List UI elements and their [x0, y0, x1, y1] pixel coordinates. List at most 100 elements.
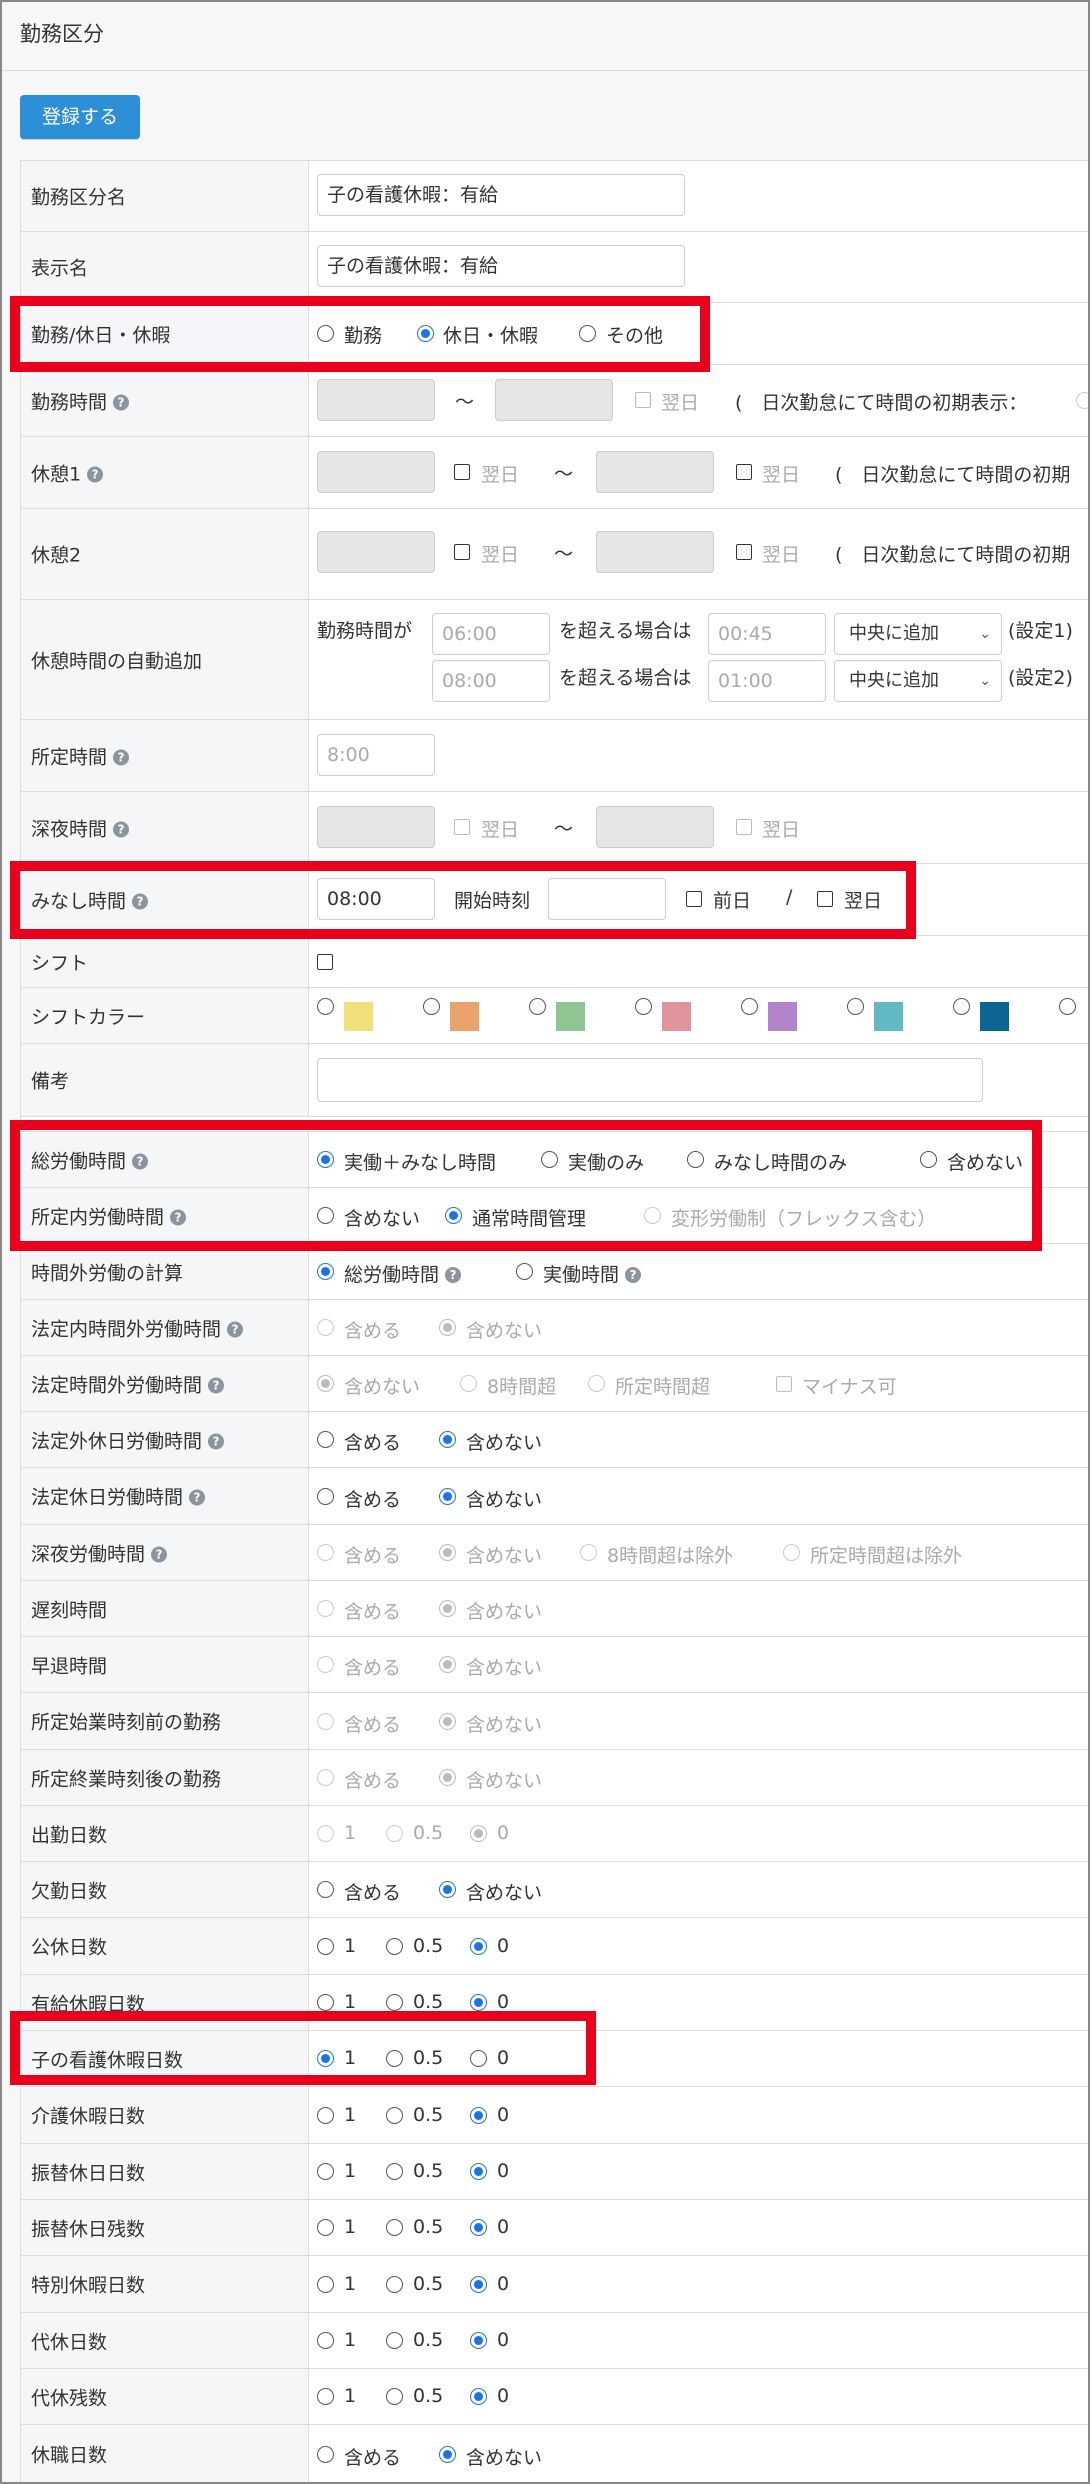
deemed-time-input[interactable]: 08:00: [317, 878, 435, 920]
radio-option[interactable]: [470, 2050, 487, 2067]
radio-option[interactable]: [317, 2332, 334, 2349]
radio-option[interactable]: [445, 1207, 462, 1224]
break2-end-input[interactable]: [596, 531, 714, 573]
radio-option[interactable]: [386, 1825, 403, 1842]
help-icon[interactable]: ?: [189, 1489, 206, 1506]
radio-option[interactable]: [470, 2107, 487, 2124]
radio-option[interactable]: [439, 1600, 456, 1617]
help-icon[interactable]: ?: [132, 1153, 149, 1169]
radio-option[interactable]: [470, 2388, 487, 2405]
shift-color-radio[interactable]: [741, 998, 758, 1015]
break2-start-input[interactable]: [317, 531, 435, 573]
radio-option[interactable]: [644, 1207, 661, 1224]
radio-option[interactable]: [687, 1151, 704, 1168]
shift-color-radio[interactable]: [847, 998, 864, 1015]
radio-option[interactable]: [317, 1263, 334, 1280]
help-icon[interactable]: ?: [227, 1321, 244, 1337]
radio-option[interactable]: [317, 2446, 334, 2463]
threshold-input[interactable]: 06:00: [432, 613, 550, 655]
radio-option[interactable]: [386, 1938, 403, 1955]
radio-option[interactable]: [317, 1488, 334, 1505]
shift-color-radio[interactable]: [317, 998, 334, 1015]
radio-option[interactable]: [470, 1994, 487, 2011]
radio-option[interactable]: [439, 1656, 456, 1673]
radio-option[interactable]: [439, 2446, 456, 2463]
help-icon[interactable]: ?: [170, 1209, 187, 1225]
radio-option[interactable]: [588, 1375, 605, 1392]
radio-option[interactable]: [317, 1938, 334, 1955]
break-duration-input[interactable]: 01:00: [708, 660, 826, 702]
radio-option[interactable]: [317, 2107, 334, 2124]
help-icon[interactable]: ?: [445, 1267, 462, 1283]
help-icon[interactable]: ?: [113, 821, 130, 837]
register-button[interactable]: 登録する: [20, 95, 140, 139]
radio-option[interactable]: [460, 1375, 477, 1392]
radio-option[interactable]: [386, 1994, 403, 2011]
start-time-input[interactable]: [548, 878, 666, 920]
help-icon[interactable]: ?: [132, 893, 149, 909]
next-day-checkbox[interactable]: [736, 544, 752, 560]
radio-option[interactable]: [580, 1544, 597, 1561]
scheduled-time-input[interactable]: 8:00: [317, 734, 435, 776]
radio-option[interactable]: [317, 1656, 334, 1673]
shift-color-radio[interactable]: [1059, 998, 1076, 1015]
night-start-input[interactable]: [317, 806, 435, 848]
radio-option[interactable]: [317, 2163, 334, 2180]
radio-option[interactable]: [439, 1769, 456, 1786]
radio-option[interactable]: [439, 1881, 456, 1898]
shift-checkbox[interactable]: [317, 954, 333, 970]
next-day-checkbox[interactable]: [817, 891, 833, 907]
radio-option[interactable]: [386, 2388, 403, 2405]
radio-option[interactable]: [317, 1881, 334, 1898]
radio-option[interactable]: [317, 1431, 334, 1448]
radio-option[interactable]: [317, 1769, 334, 1786]
help-icon[interactable]: ?: [625, 1267, 642, 1283]
next-day-checkbox[interactable]: [454, 544, 470, 560]
display-name-input[interactable]: 子の看護休暇：有給: [317, 245, 685, 287]
break-duration-input[interactable]: 00:45: [708, 613, 826, 655]
night-end-input[interactable]: [596, 806, 714, 848]
radio-option[interactable]: [386, 2050, 403, 2067]
radio-option[interactable]: [439, 1431, 456, 1448]
radio-option[interactable]: [439, 1488, 456, 1505]
radio-option[interactable]: [317, 1713, 334, 1730]
radio-option[interactable]: [783, 1544, 800, 1561]
help-icon[interactable]: ?: [87, 466, 104, 482]
radio-option[interactable]: [317, 1375, 334, 1392]
radio-option[interactable]: [317, 1319, 334, 1336]
shift-color-radio[interactable]: [529, 998, 546, 1015]
break1-end-input[interactable]: [596, 451, 714, 493]
help-icon[interactable]: ?: [208, 1377, 225, 1393]
radio-option[interactable]: [317, 1544, 334, 1561]
radio-option[interactable]: [439, 1544, 456, 1561]
shift-color-radio[interactable]: [953, 998, 970, 1015]
remarks-input[interactable]: [317, 1058, 983, 1102]
shift-color-radio[interactable]: [635, 998, 652, 1015]
next-day-checkbox[interactable]: [454, 464, 470, 480]
help-icon[interactable]: ?: [151, 1546, 168, 1562]
radio-option[interactable]: [317, 1151, 334, 1168]
radio-option[interactable]: [317, 2276, 334, 2293]
prev-day-checkbox[interactable]: [686, 891, 702, 907]
radio-option[interactable]: [470, 2332, 487, 2349]
radio-option[interactable]: [541, 1151, 558, 1168]
next-day-checkbox[interactable]: [635, 392, 651, 408]
threshold-input[interactable]: 08:00: [432, 660, 550, 702]
minus-allowed-checkbox[interactable]: [776, 1376, 792, 1392]
radio-option[interactable]: [470, 2276, 487, 2293]
radio-option[interactable]: [1076, 392, 1088, 409]
radio-option[interactable]: [386, 2276, 403, 2293]
radio-option[interactable]: [470, 2163, 487, 2180]
position-select[interactable]: 中央に追加 ⌄: [834, 660, 1002, 702]
radio-option[interactable]: [386, 2107, 403, 2124]
radio-option[interactable]: [470, 1825, 487, 1842]
radio-option[interactable]: [470, 1938, 487, 1955]
work-start-input[interactable]: [317, 379, 435, 421]
radio-option[interactable]: [386, 2163, 403, 2180]
radio-option[interactable]: [317, 1207, 334, 1224]
next-day-checkbox[interactable]: [454, 819, 470, 835]
help-icon[interactable]: ?: [208, 1433, 225, 1449]
help-icon[interactable]: ?: [113, 749, 130, 765]
position-select[interactable]: 中央に追加 ⌄: [834, 613, 1002, 655]
radio-option[interactable]: [386, 2332, 403, 2349]
